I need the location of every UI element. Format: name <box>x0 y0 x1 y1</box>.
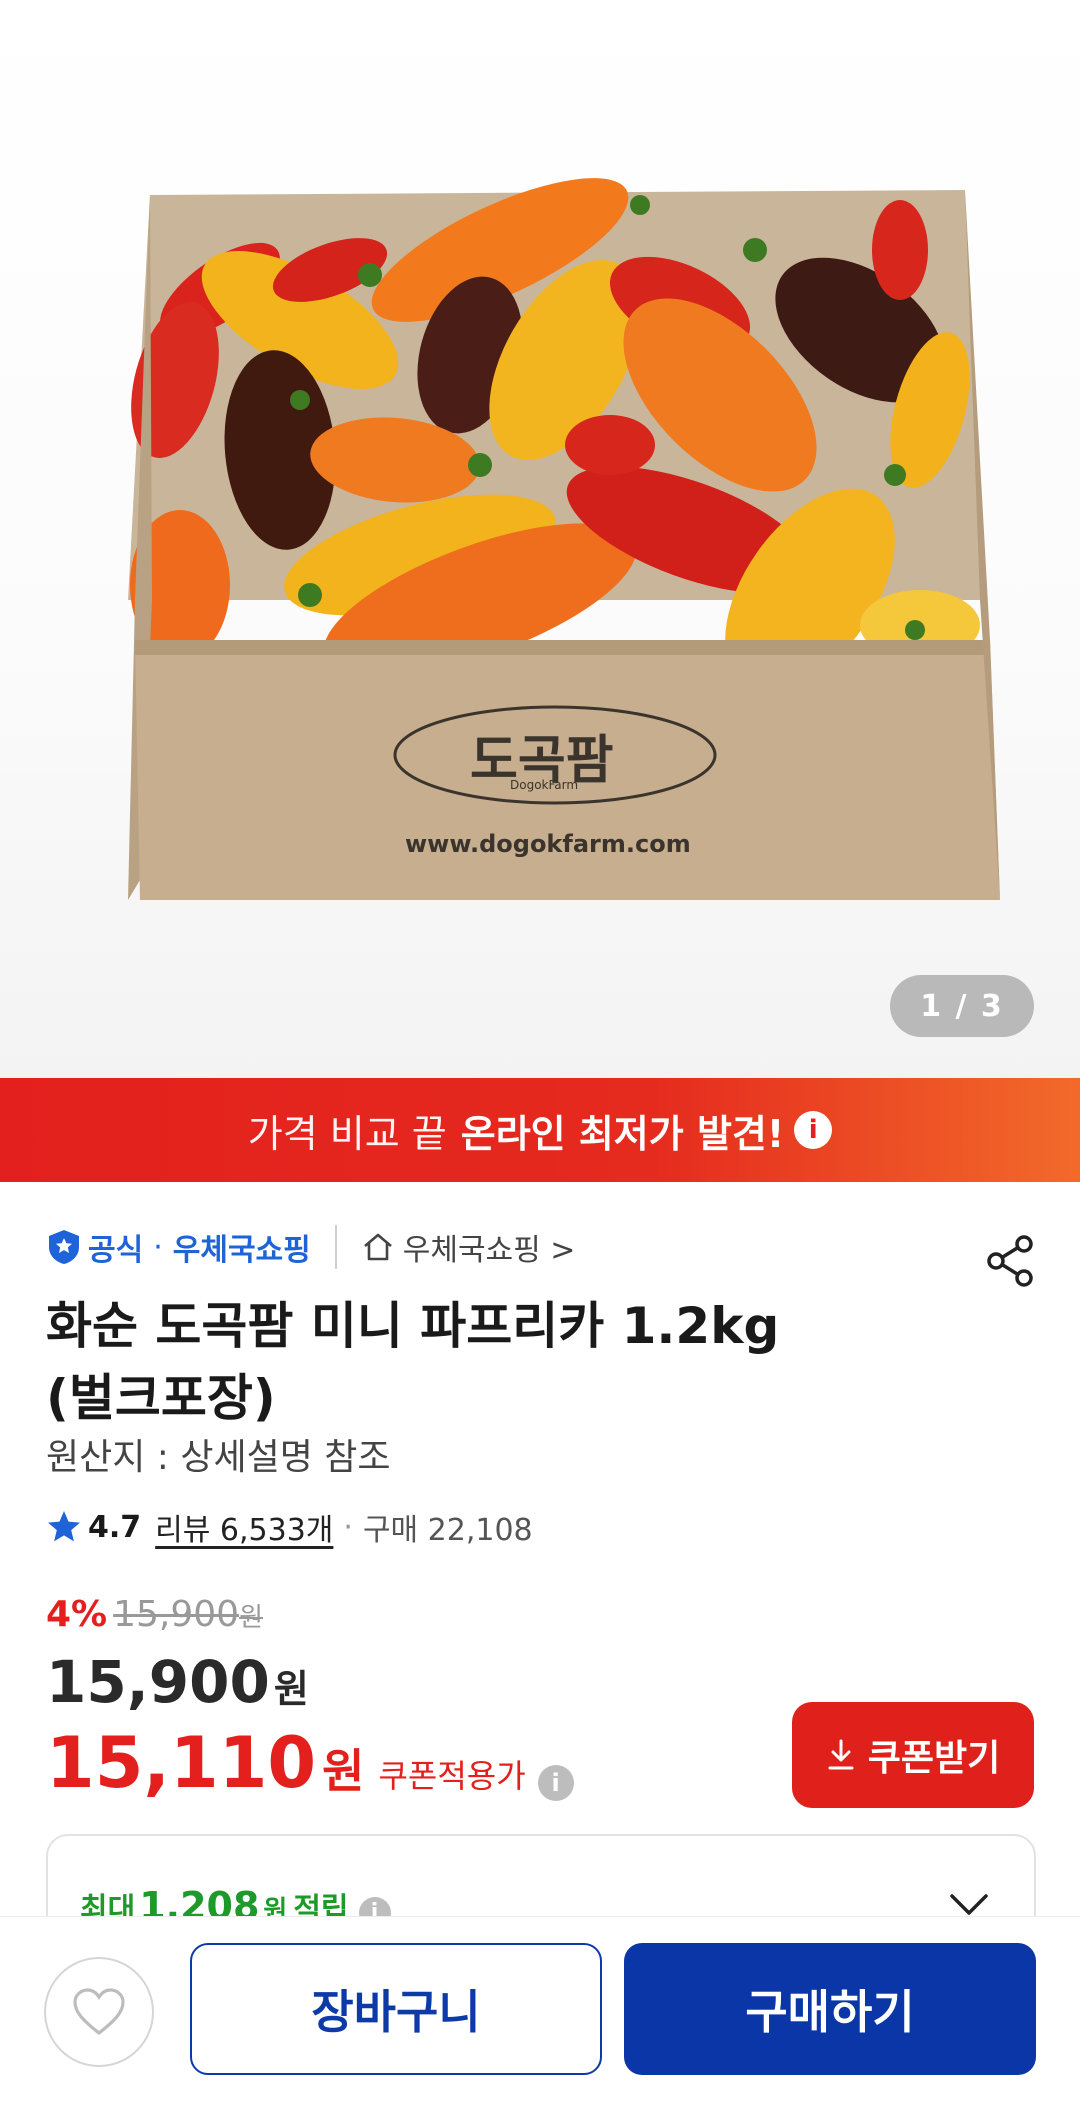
promo-highlight: 온라인 최저가 발견! <box>460 1111 785 1156</box>
store-link-label: 우체국쇼핑 > <box>402 1233 576 1268</box>
original-price-unit: 원 <box>239 1603 264 1633</box>
product-title-line1: 화순 도곡팜 미니 파프리카 1.2kg <box>46 1297 780 1355</box>
sale-price: 15,900 <box>46 1648 270 1716</box>
image-counter: 1 / 3 <box>890 975 1034 1037</box>
product-title: 화순 도곡팜 미니 파프리카 1.2kg (벌크포장) <box>46 1290 946 1434</box>
divider <box>334 1225 337 1269</box>
sale-price-unit: 원 <box>273 1667 309 1711</box>
buy-now-button[interactable]: 구매하기 <box>624 1943 1036 2075</box>
seller-name[interactable]: 우체국쇼핑 <box>173 1225 311 1269</box>
chevron-down-icon[interactable] <box>948 1892 990 1918</box>
sale-price-row: 15,900 원 <box>46 1648 309 1716</box>
coupon-button-label: 쿠폰받기 <box>867 1738 1001 1779</box>
home-icon <box>363 1233 392 1261</box>
discount-rate: 4% <box>46 1594 108 1635</box>
share-icon[interactable] <box>984 1234 1036 1288</box>
rating-row: 4.7 리뷰 6,533개 · 구매 22,108 <box>46 1502 533 1552</box>
separator: · <box>343 1509 353 1545</box>
product-title-line2: (벌크포장) <box>46 1369 276 1427</box>
original-price: 15,900 <box>113 1594 240 1635</box>
bottom-action-bar: 장바구니 구매하기 <box>0 1916 1080 2101</box>
box-url-text: www.dogokfarm.com <box>405 830 691 858</box>
price-compare-banner[interactable]: 가격 비교 끝 온라인 최저가 발견! i <box>0 1078 1080 1182</box>
coupon-price: 15,110 <box>46 1722 317 1804</box>
coupon-label: 쿠폰적용가 <box>378 1757 526 1795</box>
info-icon[interactable]: i <box>537 1765 574 1801</box>
store-link[interactable]: 우체국쇼핑 > <box>361 1225 576 1269</box>
product-image[interactable]: 도곡팜 DogokFarm www.dogokfarm.com 1 / 3 <box>0 0 1080 1078</box>
official-badge: 공식 <box>88 1233 144 1268</box>
wishlist-button[interactable] <box>44 1957 154 2067</box>
add-to-cart-button[interactable]: 장바구니 <box>190 1943 602 2075</box>
separator: · <box>153 1229 163 1265</box>
original-price-row: 4% 15,900 원 <box>46 1594 263 1635</box>
info-icon[interactable]: i <box>794 1111 833 1149</box>
heart-icon <box>73 1988 125 2036</box>
coupon-download-button[interactable]: 쿠폰받기 <box>792 1702 1034 1808</box>
purchase-count: 구매 22,108 <box>362 1513 533 1548</box>
download-icon <box>828 1739 854 1770</box>
box-brand-en-text: DogokFarm <box>510 778 579 792</box>
rating-value: 4.7 <box>88 1509 142 1545</box>
origin-info: 원산지 : 상세설명 참조 <box>46 1437 391 1478</box>
coupon-price-unit: 원 <box>322 1744 365 1798</box>
official-shield-icon <box>49 1230 79 1264</box>
promo-lead: 가격 비교 끝 <box>247 1111 447 1156</box>
coupon-price-row: 15,110 원 쿠폰적용가 i <box>46 1722 574 1804</box>
seller-row: 공식 · 우체국쇼핑 우체국쇼핑 > <box>46 1222 575 1272</box>
review-link[interactable]: 리뷰 6,533개 <box>155 1505 333 1549</box>
star-icon <box>48 1511 80 1542</box>
paprika-box-illustration <box>128 178 1000 900</box>
